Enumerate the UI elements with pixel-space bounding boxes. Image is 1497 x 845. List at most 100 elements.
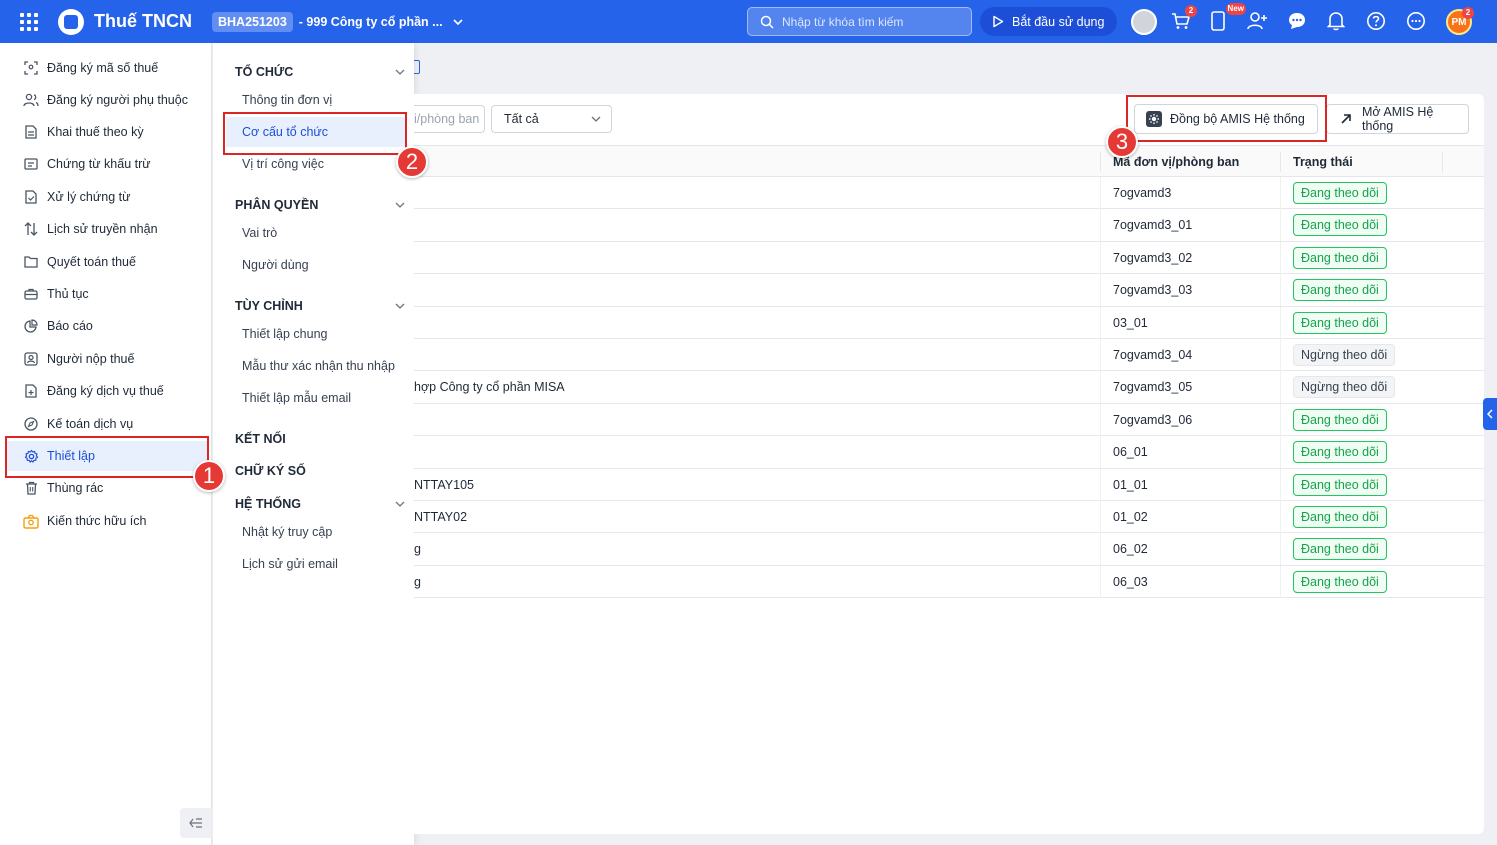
table-row[interactable]: NTTAY105 01_01 Đang theo dõi bbox=[414, 468, 1484, 501]
menu-group-connections[interactable]: KẾT NỐI bbox=[235, 428, 405, 450]
table-row[interactable]: 03_01 Đang theo dõi bbox=[414, 306, 1484, 339]
status-badge: Đang theo dõi bbox=[1293, 246, 1387, 269]
header-status[interactable]: Trạng thái bbox=[1293, 146, 1353, 177]
unit-name-cell: g bbox=[414, 574, 421, 589]
sidebar-item-procedures[interactable]: Thủ tục bbox=[7, 279, 207, 309]
sidebar-item-tax-service-registration[interactable]: Đăng ký dịch vụ thuế bbox=[7, 376, 207, 406]
chevron-down-icon bbox=[591, 116, 601, 122]
user-avatar[interactable]: PM 2 bbox=[1446, 7, 1474, 35]
menu-item-general-settings[interactable]: Thiết lập chung bbox=[242, 319, 407, 349]
status-cell: Ngừng theo dõi bbox=[1293, 339, 1396, 371]
arrow-up-right-icon bbox=[1337, 110, 1355, 128]
side-panel-toggle[interactable] bbox=[1483, 398, 1497, 430]
menu-item-access-log[interactable]: Nhật ký truy cập bbox=[242, 517, 407, 547]
open-amis-button[interactable]: Mở AMIS Hệ thống bbox=[1326, 104, 1469, 134]
file-icon bbox=[23, 124, 39, 140]
sidebar-item-withholding-vouchers[interactable]: Chứng từ khấu trừ bbox=[7, 149, 207, 179]
mobile-app-icon[interactable]: New bbox=[1206, 3, 1246, 33]
scan-icon bbox=[23, 60, 39, 76]
cart-icon[interactable]: 2 bbox=[1169, 5, 1197, 33]
chat-icon[interactable] bbox=[1285, 9, 1309, 33]
sidebar-item-label: Chứng từ khấu trừ bbox=[47, 157, 151, 171]
highlight-sync-button bbox=[1126, 95, 1327, 142]
transfer-icon bbox=[23, 221, 39, 237]
apps-grid-icon[interactable] bbox=[20, 12, 40, 32]
menu-item-income-letter-template[interactable]: Mẫu thư xác nhận thu nhập bbox=[242, 351, 407, 381]
status-badge: Đang theo dõi bbox=[1293, 538, 1387, 561]
chevron-down-icon[interactable] bbox=[453, 17, 463, 27]
table-row[interactable]: g 06_03 Đang theo dõi bbox=[414, 565, 1484, 599]
top-bar: Thuế TNCN BHA251203 - 999 Công ty cổ phầ… bbox=[0, 0, 1497, 43]
sidebar-item-accounting-service[interactable]: Kế toán dịch vụ bbox=[7, 409, 207, 439]
table-row[interactable]: 7ogvamd3_01 Đang theo dõi bbox=[414, 209, 1484, 242]
unit-search-input[interactable]: i/phòng ban bbox=[414, 105, 485, 133]
sidebar-item-label: Người nộp thuế bbox=[47, 352, 135, 366]
global-search[interactable] bbox=[747, 7, 972, 36]
sidebar-item-transfer-history[interactable]: Lịch sử truyền nhận bbox=[7, 214, 207, 244]
menu-group-system[interactable]: HỆ THỐNG bbox=[235, 493, 405, 515]
unit-name-cell: g bbox=[414, 542, 421, 557]
unit-code-cell: 7ogvamd3_05 bbox=[1113, 380, 1193, 395]
help-icon[interactable] bbox=[1364, 9, 1388, 33]
menu-group-title: TỔ CHỨC bbox=[235, 65, 294, 79]
cart-badge: 2 bbox=[1185, 5, 1197, 17]
status-badge: Đang theo dõi bbox=[1293, 408, 1387, 431]
status-badge: Đang theo dõi bbox=[1293, 505, 1387, 528]
unit-name-cell: NTTAY02 bbox=[414, 509, 468, 524]
table-row[interactable]: g 06_02 Đang theo dõi bbox=[414, 533, 1484, 566]
menu-group-digital-signature[interactable]: CHỮ KÝ SỐ bbox=[235, 460, 405, 482]
add-user-icon[interactable] bbox=[1245, 9, 1269, 33]
briefcase-icon bbox=[23, 286, 39, 302]
status-filter-select[interactable]: Tất cả bbox=[491, 105, 612, 133]
collapse-sidebar-button[interactable] bbox=[180, 808, 212, 838]
sidebar-item-dependents[interactable]: Đăng ký người phụ thuộc bbox=[7, 85, 207, 115]
unit-code-cell: 7ogvamd3 bbox=[1113, 186, 1172, 200]
menu-group-permissions[interactable]: PHÂN QUYỀN bbox=[235, 194, 405, 216]
file-plus-icon bbox=[23, 383, 39, 399]
table-row[interactable]: 7ogvamd3_04 Ngừng theo dõi bbox=[414, 338, 1484, 372]
new-badge: New bbox=[1225, 3, 1246, 15]
menu-item-roles[interactable]: Vai trò bbox=[242, 218, 407, 248]
sidebar-item-tax-code-registration[interactable]: Đăng ký mã số thuế bbox=[7, 53, 207, 83]
page-title-icon-partial[interactable] bbox=[414, 60, 420, 74]
assistant-avatar[interactable] bbox=[1131, 9, 1157, 35]
file-check-icon bbox=[23, 189, 39, 205]
pie-chart-icon bbox=[23, 318, 39, 334]
sidebar-item-label: Đăng ký người phụ thuộc bbox=[47, 93, 188, 107]
step-marker-2: 2 bbox=[396, 146, 428, 178]
table-row[interactable]: 7ogvamd3_02 Đang theo dõi bbox=[414, 241, 1484, 275]
table-row[interactable]: 7ogvamd3_06 Đang theo dõi bbox=[414, 403, 1484, 437]
sidebar-item-tax-finalization[interactable]: Quyết toán thuế bbox=[7, 247, 207, 277]
status-cell: Đang theo dõi bbox=[1293, 566, 1387, 598]
table-row[interactable]: 7ogvamd3_03 Đang theo dõi bbox=[414, 274, 1484, 307]
sidebar-item-process-vouchers[interactable]: Xử lý chứng từ bbox=[7, 182, 207, 212]
bell-icon[interactable] bbox=[1324, 9, 1348, 33]
table-row[interactable]: hợp Công ty cổ phần MISA 7ogvamd3_05 Ngừng… bbox=[414, 371, 1484, 404]
knowledge-icon bbox=[23, 513, 39, 529]
menu-item-unit-info[interactable]: Thông tin đơn vị bbox=[242, 85, 407, 115]
sidebar-item-periodic-declaration[interactable]: Khai thuế theo kỳ bbox=[7, 117, 207, 147]
menu-group-title: PHÂN QUYỀN bbox=[235, 198, 319, 212]
company-name[interactable]: - 999 Công ty cổ phần ... bbox=[299, 15, 443, 29]
company-code-badge[interactable]: BHA251203 bbox=[212, 11, 293, 32]
table-row[interactable]: 06_01 Đang theo dõi bbox=[414, 436, 1484, 469]
sidebar-item-taxpayers[interactable]: Người nộp thuế bbox=[7, 344, 207, 374]
table-row[interactable]: NTTAY02 01_02 Đang theo dõi bbox=[414, 500, 1484, 534]
menu-item-email-template[interactable]: Thiết lập mẫu email bbox=[242, 383, 407, 413]
sidebar-item-reports[interactable]: Báo cáo bbox=[7, 311, 207, 341]
sidebar-item-label: Kế toán dịch vụ bbox=[47, 417, 134, 431]
menu-group-customize[interactable]: TÙY CHỈNH bbox=[235, 295, 405, 317]
menu-item-email-history[interactable]: Lịch sử gửi email bbox=[242, 549, 407, 579]
start-using-button[interactable]: Bắt đầu sử dụng bbox=[980, 7, 1117, 36]
search-input[interactable] bbox=[782, 14, 962, 29]
table-body: 7ogvamd3 Đang theo dõi 7ogvamd3_01 Đang the… bbox=[414, 177, 1484, 599]
sidebar-item-label: Thùng rác bbox=[47, 481, 104, 495]
more-icon[interactable] bbox=[1404, 9, 1428, 33]
status-cell: Đang theo dõi bbox=[1293, 274, 1387, 306]
sidebar-item-knowledge[interactable]: Kiến thức hữu ích bbox=[7, 506, 207, 536]
table-row[interactable]: 7ogvamd3 Đang theo dõi bbox=[414, 177, 1484, 210]
unit-name-cell: hợp Công ty cổ phần MISA bbox=[414, 380, 565, 395]
menu-item-users[interactable]: Người dùng bbox=[242, 250, 407, 280]
status-cell: Đang theo dõi bbox=[1293, 436, 1387, 468]
menu-group-organization[interactable]: TỔ CHỨC bbox=[235, 61, 405, 83]
